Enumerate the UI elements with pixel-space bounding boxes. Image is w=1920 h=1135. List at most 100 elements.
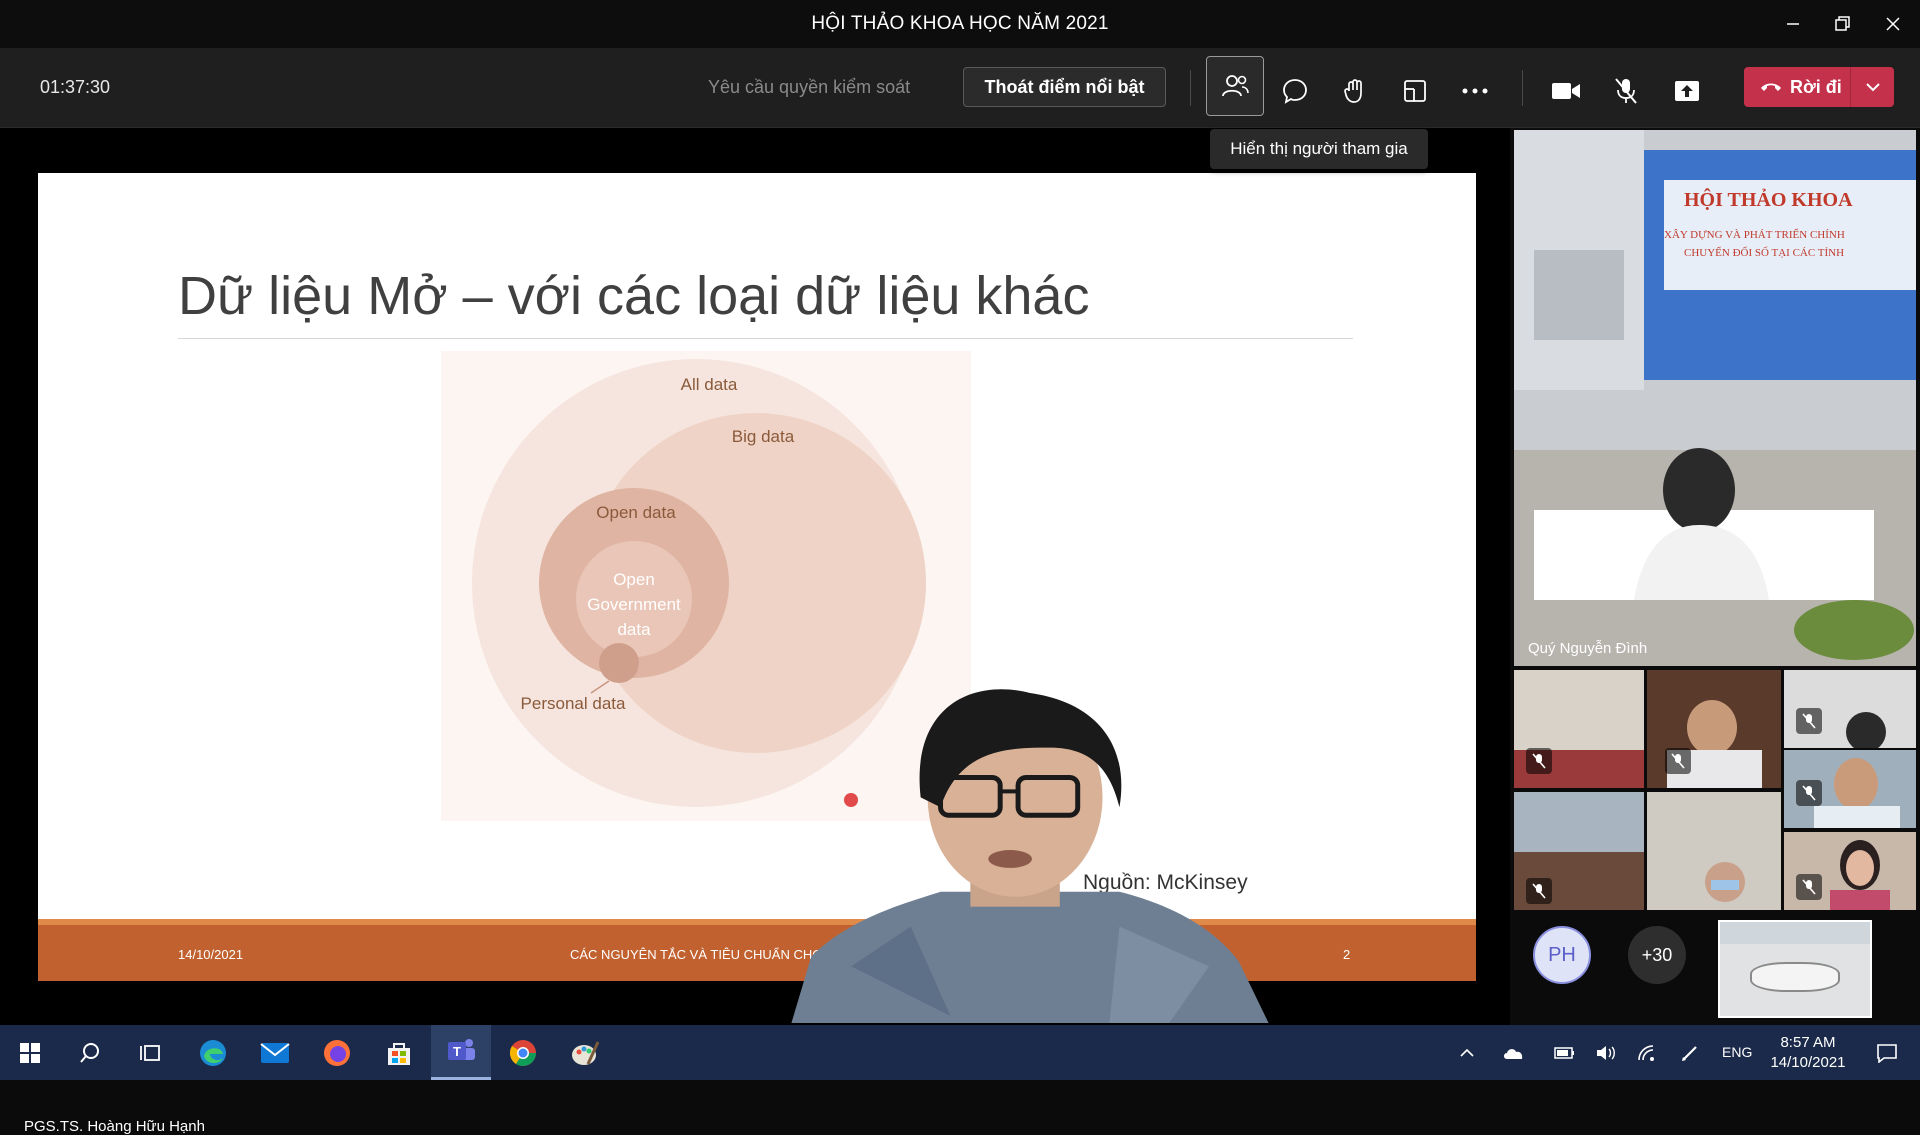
- leave-options-button[interactable]: [1851, 82, 1894, 92]
- chat-icon: [1283, 79, 1307, 104]
- taskbar-clock[interactable]: 8:57 AM 14/10/2021: [1763, 1033, 1853, 1073]
- more-actions-button[interactable]: [1446, 62, 1504, 120]
- mail-app[interactable]: [245, 1025, 305, 1080]
- reactions-icon: [1344, 79, 1362, 103]
- paint-app[interactable]: [555, 1025, 615, 1080]
- teams-app[interactable]: T: [431, 1025, 491, 1080]
- participant-tile[interactable]: [1784, 670, 1916, 748]
- leave-label: Rời đi: [1790, 76, 1842, 97]
- chrome-icon: [509, 1039, 537, 1066]
- chat-button[interactable]: [1266, 62, 1324, 120]
- participant-avatar[interactable]: PH: [1533, 926, 1591, 984]
- leave-button[interactable]: Rời đi: [1744, 67, 1894, 107]
- pen-tray[interactable]: [1673, 1025, 1707, 1080]
- battery-icon: [1554, 1046, 1574, 1059]
- minimize-button[interactable]: [1770, 8, 1816, 40]
- language-indicator[interactable]: ENG: [1722, 1044, 1752, 1060]
- edge-app[interactable]: [183, 1025, 243, 1080]
- minimize-icon: [1787, 23, 1799, 25]
- open-government-data-label-2: Government: [587, 595, 681, 614]
- participant-tile[interactable]: [1514, 670, 1644, 788]
- participant-tile[interactable]: [1784, 832, 1916, 910]
- onedrive-tray[interactable]: [1496, 1025, 1530, 1080]
- mic-off-icon: [1665, 748, 1691, 774]
- content-stage: Dữ liệu Mở – với các loại dữ liệu khác A…: [0, 128, 1510, 1135]
- store-app[interactable]: [369, 1025, 429, 1080]
- all-data-label: All data: [681, 375, 738, 394]
- share-button[interactable]: [1658, 62, 1716, 120]
- task-view-icon: [140, 1044, 160, 1061]
- meeting-timer: 01:37:30: [40, 77, 111, 97]
- banner-line-3: CHUYỂN ĐỔI SỐ TẠI CÁC TỈNH: [1684, 246, 1844, 259]
- featured-participant-video[interactable]: HỘI THẢO KHOA XÂY DỰNG VÀ PHÁT TRIỂN CHÍ…: [1514, 130, 1916, 666]
- more-icon: [1462, 88, 1488, 94]
- wifi-icon: [1638, 1044, 1654, 1061]
- clock-date: 14/10/2021: [1770, 1054, 1846, 1071]
- store-icon: [388, 1042, 410, 1065]
- notification-icon: [1877, 1043, 1897, 1063]
- firefox-app[interactable]: [307, 1025, 367, 1080]
- show-hidden-icons-button[interactable]: [1455, 1025, 1479, 1080]
- participant-tile[interactable]: [1784, 750, 1916, 828]
- chrome-app[interactable]: [493, 1025, 553, 1080]
- personal-data-circle: [599, 643, 639, 683]
- banner-line-2: XÂY DỰNG VÀ PHÁT TRIỂN CHÍNH: [1664, 228, 1845, 241]
- participant-tile[interactable]: [1514, 792, 1644, 910]
- battery-tray[interactable]: [1548, 1025, 1582, 1080]
- mic-off-icon: [1526, 878, 1552, 904]
- close-icon: [1886, 17, 1900, 31]
- slide-title: Dữ liệu Mở – với các loại dữ liệu khác: [178, 266, 1090, 326]
- more-participants-button[interactable]: +30: [1628, 926, 1686, 984]
- svg-text:T: T: [453, 1044, 461, 1059]
- participants-button[interactable]: [1206, 56, 1264, 116]
- request-control-button[interactable]: Yêu cầu quyền kiểm soát: [708, 77, 910, 98]
- personal-data-label: Personal data: [521, 694, 626, 713]
- toolbar-divider: [1522, 70, 1523, 106]
- toolbar-divider: [1190, 70, 1191, 106]
- mail-icon: [260, 1042, 290, 1063]
- breakout-rooms-icon: [1404, 80, 1426, 102]
- task-view-button[interactable]: [120, 1025, 180, 1080]
- close-button[interactable]: [1870, 8, 1916, 40]
- raise-hand-button[interactable]: [1326, 62, 1384, 120]
- rooms-button[interactable]: [1386, 62, 1444, 120]
- open-data-label: Open data: [596, 503, 676, 522]
- share-tray-icon: [1675, 81, 1699, 101]
- chevron-down-icon: [1865, 83, 1880, 92]
- restore-button[interactable]: [1820, 8, 1866, 40]
- leave-main[interactable]: Rời đi: [1744, 77, 1850, 98]
- mic-off-icon: [1526, 748, 1552, 774]
- window-title: HỘI THẢO KHOA HỌC NĂM 2021: [811, 13, 1109, 34]
- featured-video-frame: HỘI THẢO KHOA XÂY DỰNG VÀ PHÁT TRIỂN CHÍ…: [1514, 130, 1916, 666]
- network-tray[interactable]: [1630, 1025, 1664, 1080]
- self-view-video[interactable]: [1718, 920, 1872, 1018]
- search-button[interactable]: [60, 1025, 120, 1080]
- cloud-icon: [1504, 1048, 1523, 1059]
- mic-off-icon: [1615, 78, 1637, 104]
- stop-spotlight-button[interactable]: Thoát điểm nổi bật: [963, 67, 1166, 107]
- participants-panel: HỘI THẢO KHOA XÂY DỰNG VÀ PHÁT TRIỂN CHÍ…: [1510, 128, 1920, 1025]
- participants-tooltip: Hiển thị người tham gia: [1210, 129, 1428, 169]
- microphone-button[interactable]: [1597, 62, 1655, 120]
- slide-page-number: 2: [1343, 947, 1351, 962]
- mic-off-icon: [1796, 708, 1822, 734]
- open-government-data-label-3: data: [617, 620, 651, 639]
- windows-icon: [20, 1042, 40, 1063]
- banner-line-1: HỘI THẢO KHOA: [1684, 188, 1853, 211]
- featured-participant-name: Quý Nguyễn Đình: [1528, 640, 1648, 657]
- edge-icon: [200, 1039, 226, 1066]
- start-button[interactable]: [0, 1025, 60, 1080]
- search-icon: [80, 1042, 99, 1063]
- mic-off-icon: [1796, 780, 1822, 806]
- notifications-button[interactable]: [1862, 1025, 1912, 1080]
- meeting-toolbar: 01:37:30 Yêu cầu quyền kiểm soát Thoát đ…: [0, 48, 1920, 128]
- paint-icon: [572, 1040, 600, 1065]
- participant-tile[interactable]: [1647, 670, 1781, 788]
- pen-icon: [1682, 1045, 1697, 1061]
- participant-tile[interactable]: [1647, 792, 1781, 910]
- chevron-up-icon: [1460, 1048, 1474, 1057]
- volume-tray[interactable]: [1589, 1025, 1623, 1080]
- slide-footer-date: 14/10/2021: [178, 947, 244, 962]
- speaker-name: PGS.TS. Hoàng Hữu Hạnh: [24, 1118, 205, 1135]
- camera-button[interactable]: [1537, 62, 1595, 120]
